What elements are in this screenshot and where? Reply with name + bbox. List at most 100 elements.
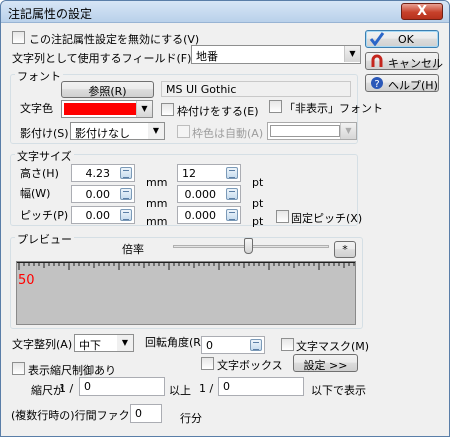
scale-max-value: 0 [223, 380, 230, 393]
help-icon: ? [371, 77, 383, 90]
font-browse-button[interactable]: 参照(R) [61, 81, 154, 98]
window-title: 注記属性の設定 [8, 7, 93, 21]
rotation-input[interactable]: 0 [201, 336, 265, 354]
font-name: MS UI Gothic [166, 83, 237, 96]
disable-checkbox[interactable] [12, 31, 25, 44]
height-mm-value: 4.23 [85, 167, 111, 180]
close-icon: X [416, 4, 428, 19]
scale-above-label: 以上 [169, 384, 191, 397]
width-pt-input[interactable]: 0.000 [177, 185, 241, 203]
align-select[interactable]: 中下 ▼ [74, 334, 134, 352]
spin-icon[interactable] [226, 167, 238, 179]
width-pt-value: 0.000 [184, 188, 217, 201]
scale-ratio-b: 1 / [199, 382, 214, 395]
align-select-value: 中下 [79, 339, 101, 352]
unit-pt-width: pt [252, 197, 264, 210]
width-label: 幅(W) [20, 187, 51, 200]
line-factor-input[interactable]: 0 [130, 404, 162, 423]
height-pt-input[interactable]: 12 [177, 164, 241, 182]
pitch-mm-value: 0.00 [85, 209, 111, 222]
width-mm-value: 0.00 [85, 188, 111, 201]
preview-sample-text: 50 [18, 273, 35, 288]
dialog-window: 注記属性の設定 X この注記属性設定を無効にする(V) 文字列として使用するフィ… [0, 0, 450, 437]
spin-icon[interactable] [120, 209, 132, 221]
pitch-label: ピッチ(P) [20, 209, 69, 222]
size-group-title: 文字サイズ [15, 148, 74, 164]
spin-icon[interactable] [226, 188, 238, 200]
svg-text:?: ? [374, 79, 379, 90]
scale-reset-label: * [342, 243, 348, 256]
width-mm-input[interactable]: 0.00 [71, 185, 135, 203]
text-box-label: 文字ボックス [217, 359, 283, 372]
help-button[interactable]: ? ヘルプ(H) [365, 74, 439, 92]
line-factor-value: 0 [135, 407, 142, 420]
frame-auto-checkbox[interactable] [177, 125, 190, 138]
settings-label: 設定 >> [303, 359, 348, 372]
shadow-select-value: 影付けなし [75, 127, 130, 140]
chevron-down-icon: ▼ [117, 335, 133, 351]
line-unit-label: 行分 [180, 412, 202, 425]
text-mask-label: 文字マスク(M) [296, 340, 370, 353]
ok-button[interactable]: OK [365, 30, 439, 48]
unit-mm-pitch: mm [146, 215, 168, 228]
scale-limit-checkbox[interactable] [12, 362, 25, 375]
field-select[interactable]: 地番 ▼ [191, 45, 361, 64]
height-label: 高さ(H) [20, 167, 59, 180]
preview-ruler [17, 262, 355, 271]
frame-color-select[interactable]: ▼ [267, 122, 357, 140]
frame-checkbox[interactable] [161, 103, 174, 116]
scale-slider-thumb[interactable] [243, 238, 253, 254]
checkmark-icon [369, 32, 385, 46]
color-label: 文字色 [20, 102, 53, 115]
spin-icon[interactable] [250, 339, 262, 351]
fixed-pitch-checkbox[interactable] [276, 210, 289, 223]
preview-canvas: 50 [16, 261, 356, 325]
scale-label: 倍率 [122, 243, 144, 256]
scale-min-input[interactable]: 0 [79, 377, 165, 396]
settings-button[interactable]: 設定 >> [293, 354, 358, 372]
fixed-pitch-label: 固定ピッチ(X) [291, 212, 363, 225]
undo-arrow-icon [371, 54, 383, 67]
field-select-value: 地番 [196, 50, 218, 63]
disable-checkbox-label: この注記属性設定を無効にする(V) [29, 33, 200, 46]
cancel-button[interactable]: キャンセル [365, 52, 443, 70]
scale-reset-button[interactable]: * [334, 241, 356, 258]
cancel-label: キャンセル [388, 57, 443, 70]
unit-pt-height: pt [252, 176, 264, 189]
font-name-display: MS UI Gothic [161, 81, 351, 97]
spin-icon[interactable] [226, 209, 238, 221]
unit-mm-height: mm [146, 176, 168, 189]
pitch-mm-input[interactable]: 0.00 [71, 206, 135, 224]
line-factor-label: (複数行時の)行間ファクタ [11, 409, 141, 422]
rotation-label: 回転角度(R) [145, 336, 206, 349]
align-label: 文字整列(A) [12, 338, 73, 351]
text-mask-checkbox[interactable] [281, 338, 294, 351]
shadow-label: 影付け(S) [20, 127, 69, 140]
rotation-value: 0 [206, 339, 213, 352]
close-button[interactable]: X [401, 3, 443, 20]
spin-icon[interactable] [120, 167, 132, 179]
help-label: ヘルプ(H) [388, 79, 438, 92]
scale-max-input[interactable]: 0 [218, 377, 304, 396]
text-box-checkbox[interactable] [201, 357, 214, 370]
shadow-select[interactable]: 影付けなし ▼ [70, 122, 165, 140]
height-pt-value: 12 [182, 167, 196, 180]
color-swatch [64, 103, 136, 115]
preview-group-title: プレビュー [15, 231, 74, 247]
unit-pt-pitch: pt [252, 215, 264, 228]
unit-mm-width: mm [146, 197, 168, 210]
chevron-down-icon: ▼ [148, 123, 164, 139]
hidden-font-checkbox[interactable] [269, 100, 282, 113]
scale-ratio-a: 1 / [59, 382, 74, 395]
field-label: 文字列として使用するフィールド(F) [12, 52, 192, 65]
frame-checkbox-label: 枠付けをする(E) [177, 105, 259, 118]
spin-icon[interactable] [120, 188, 132, 200]
pitch-pt-input[interactable]: 0.000 [177, 206, 241, 224]
color-select[interactable]: ▼ [61, 100, 153, 118]
font-browse-label: 参照(R) [88, 85, 127, 98]
scale-min-value: 0 [84, 380, 91, 393]
pitch-pt-value: 0.000 [184, 209, 217, 222]
height-mm-input[interactable]: 4.23 [71, 164, 135, 182]
scale-below-label: 以下で表示 [311, 384, 366, 397]
hidden-font-label: 「非表示」フォント [284, 102, 383, 115]
